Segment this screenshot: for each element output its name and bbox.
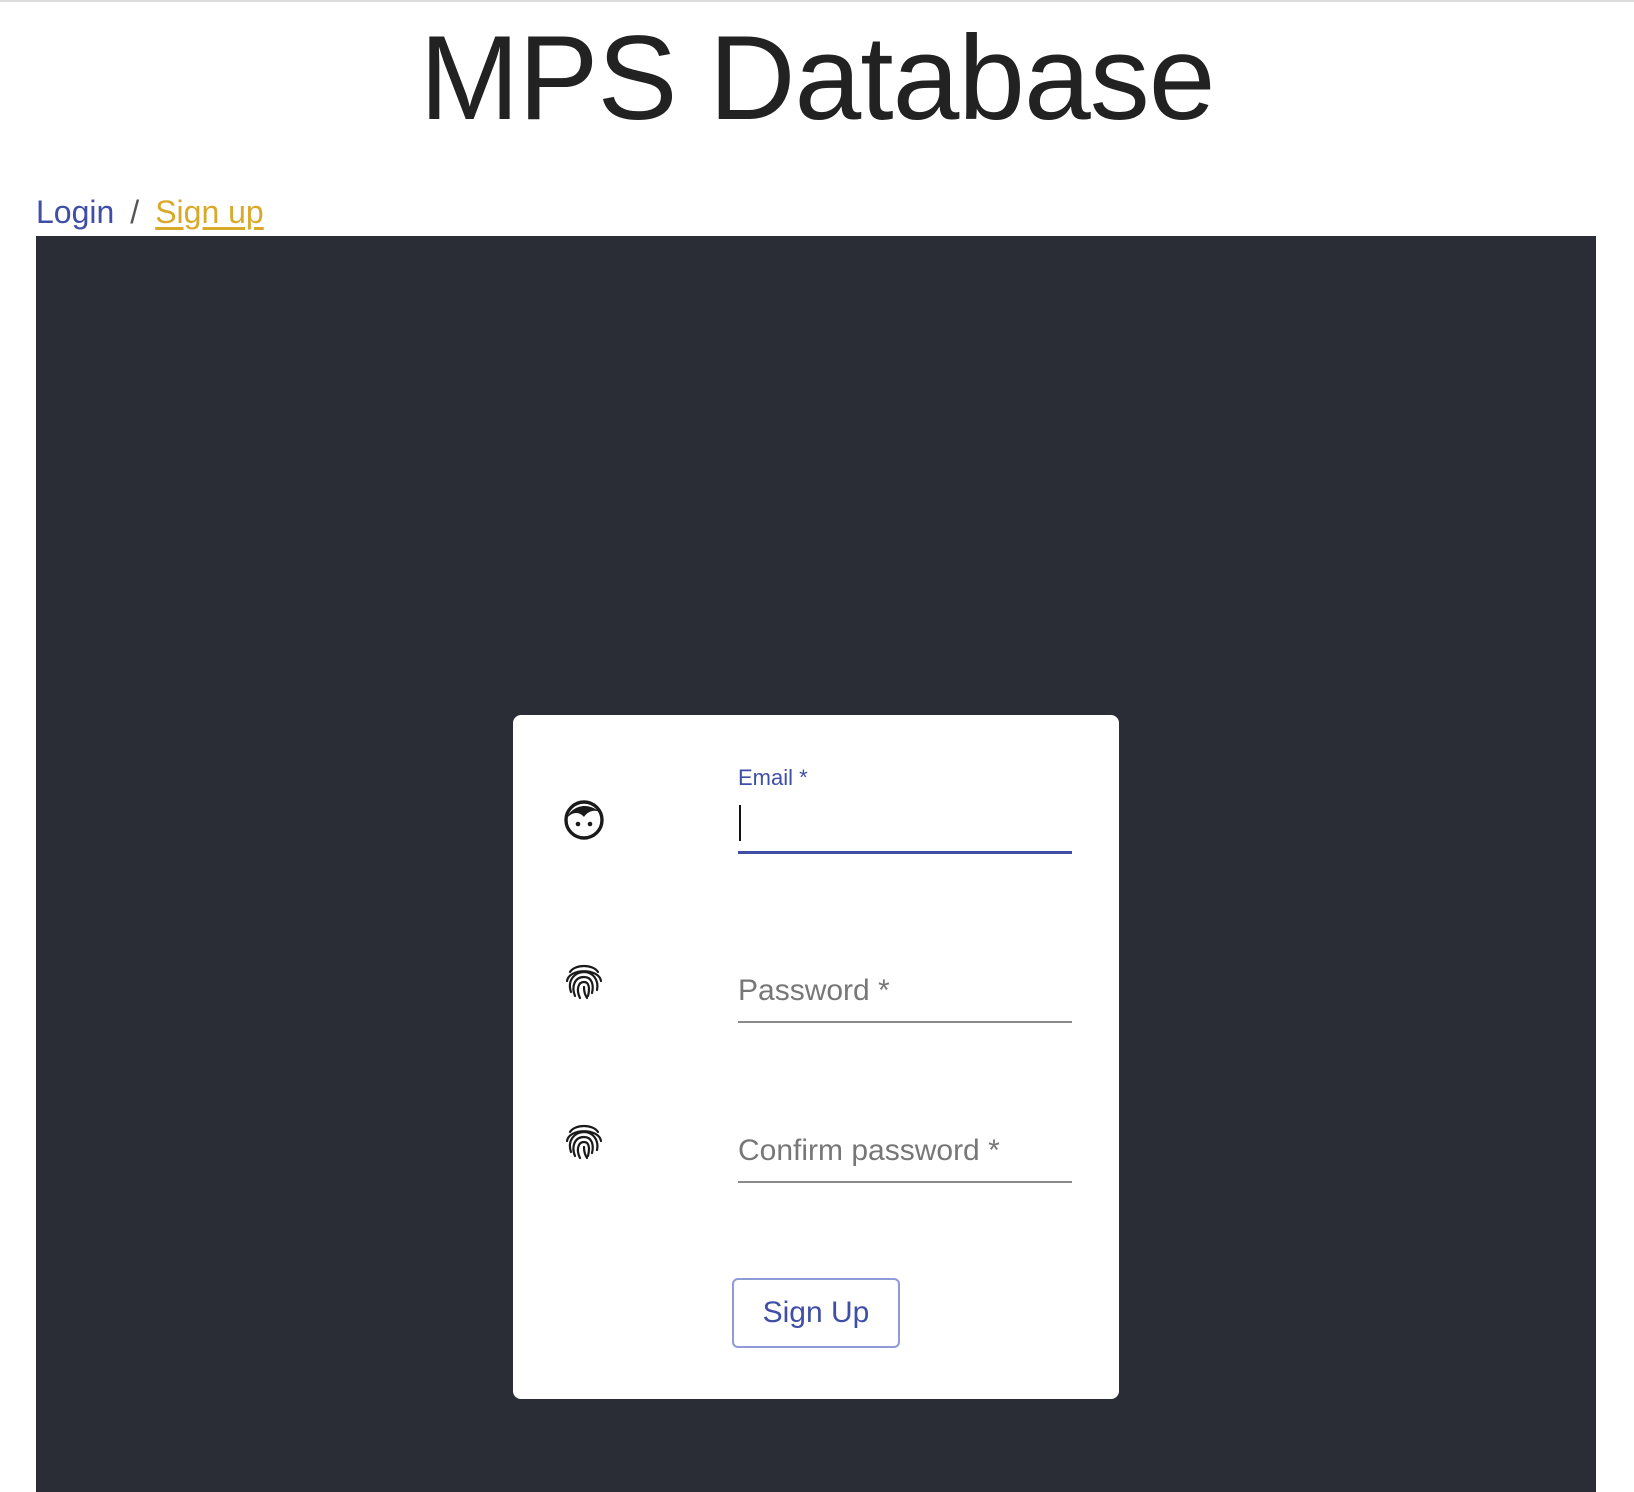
- email-field[interactable]: [738, 797, 1072, 841]
- face-icon: [563, 799, 605, 841]
- login-link[interactable]: Login: [36, 190, 114, 234]
- email-underline: [738, 851, 1072, 854]
- password-field[interactable]: [738, 969, 1072, 1013]
- content-panel: Email * Sign Up: [36, 236, 1596, 1492]
- fingerprint-icon: [563, 960, 605, 1002]
- password-field-wrapper: [738, 929, 1072, 1029]
- signup-card: Email * Sign Up: [513, 715, 1119, 1399]
- confirm-password-field-wrapper: [738, 1089, 1072, 1189]
- password-underline: [738, 1021, 1072, 1023]
- breadcrumb-separator: /: [130, 194, 140, 230]
- text-caret: [739, 805, 741, 841]
- confirm-password-row: [513, 1045, 1119, 1205]
- page-title: MPS Database: [419, 11, 1215, 145]
- confirm-password-field[interactable]: [738, 1129, 1072, 1173]
- signup-button[interactable]: Sign Up: [732, 1278, 900, 1348]
- breadcrumb: Login / Sign up: [36, 190, 264, 234]
- email-label: Email *: [738, 765, 808, 790]
- signup-link[interactable]: Sign up: [155, 190, 264, 234]
- confirm-password-underline: [738, 1181, 1072, 1183]
- fingerprint-icon: [563, 1120, 605, 1162]
- email-field-wrapper: Email *: [738, 759, 1072, 859]
- password-row: [513, 885, 1119, 1045]
- top-divider: [0, 0, 1634, 2]
- email-row: Email *: [513, 715, 1119, 885]
